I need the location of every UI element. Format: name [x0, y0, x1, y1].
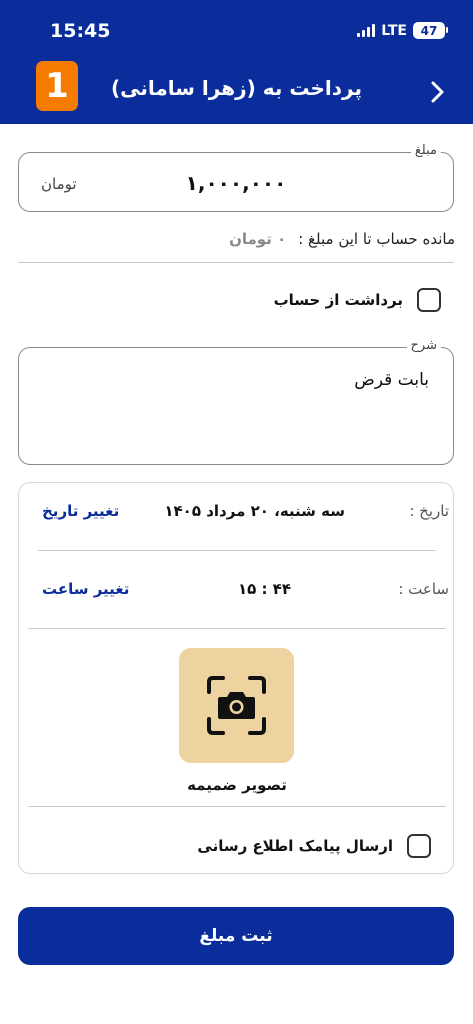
signal-icon [357, 24, 376, 37]
remaining-label: مانده حساب تا این مبلغ : [298, 230, 455, 248]
remaining-value: ۰ تومان [229, 230, 287, 248]
amount-unit: تومان [41, 175, 77, 193]
withdraw-checkbox[interactable] [417, 288, 441, 312]
app-logo: 1 [36, 61, 78, 111]
attachment-label: تصویر ضمیمه [187, 776, 287, 794]
status-time: 15:45 [50, 20, 111, 42]
withdraw-label: برداشت از حساب [273, 291, 403, 309]
amount-field[interactable]: مبلغ ۱,۰۰۰,۰۰۰ تومان [18, 143, 454, 212]
network-type: LTE [381, 22, 407, 39]
app-logo-text: 1 [45, 66, 69, 106]
sms-label: ارسال پیامک اطلاع رسانی [197, 837, 393, 855]
camera-icon [207, 676, 266, 735]
battery-level: 47 [420, 23, 438, 38]
submit-label: ثبت مبلغ [199, 926, 273, 946]
page-title: پرداخت به (زهرا سامانی) [111, 76, 362, 100]
chevron-right-icon [431, 81, 444, 103]
divider [28, 806, 446, 807]
time-label: ساعت : [398, 580, 449, 598]
change-time-link[interactable]: تغییر ساعت [42, 580, 129, 598]
amount-value: ۱,۰۰۰,۰۰۰ [185, 171, 287, 195]
date-value: سه شنبه، ۲۰ مرداد ۱۴۰۵ [164, 502, 345, 520]
divider [28, 628, 446, 629]
withdraw-row[interactable]: برداشت از حساب [274, 288, 441, 312]
amount-legend: مبلغ [410, 143, 441, 158]
battery-icon: 47 [413, 22, 448, 39]
date-label: تاریخ : [409, 502, 449, 520]
change-date-link[interactable]: تغییر تاریخ [42, 502, 119, 520]
app-header: 15:45 LTE 47 1 پرداخت به (زهرا سامانی) [0, 0, 473, 124]
status-indicators: LTE 47 [357, 22, 448, 39]
divider [18, 262, 454, 263]
sms-checkbox[interactable] [407, 834, 431, 858]
description-field[interactable]: شرح بابت قرض [18, 338, 454, 465]
remaining-balance: مانده حساب تا این مبلغ : ۰ تومان [229, 230, 455, 248]
time-value: ۱۵ : ۴۴ [238, 580, 292, 598]
submit-button[interactable]: ثبت مبلغ [18, 907, 454, 965]
divider [38, 550, 436, 551]
description-value: بابت قرض [354, 370, 429, 390]
description-legend: شرح [406, 338, 441, 353]
sms-row[interactable]: ارسال پیامک اطلاع رسانی [197, 834, 431, 858]
attachment-button[interactable] [179, 648, 294, 763]
back-button[interactable] [424, 78, 452, 106]
